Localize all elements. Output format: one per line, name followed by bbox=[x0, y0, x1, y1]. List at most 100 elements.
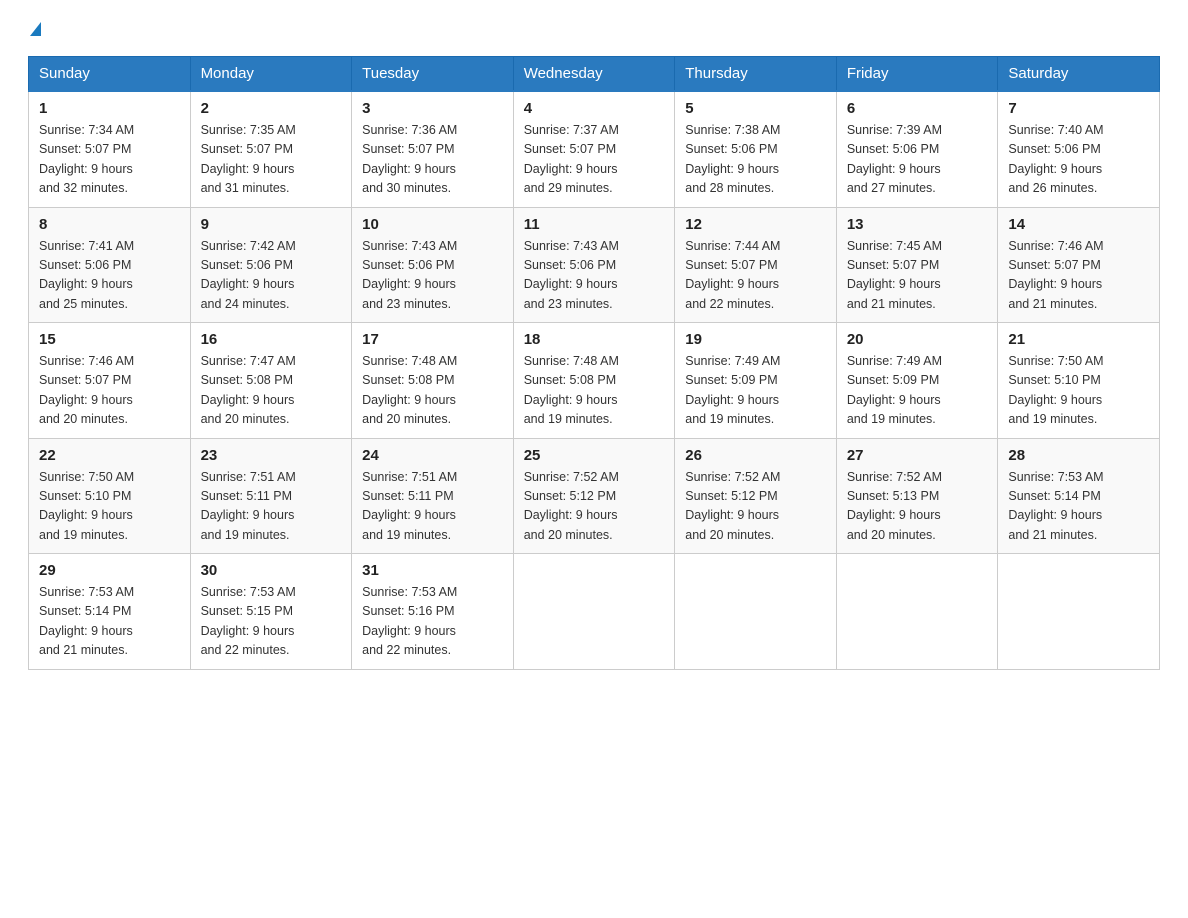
day-number: 1 bbox=[39, 100, 180, 117]
day-info: Sunrise: 7:42 AM Sunset: 5:06 PM Dayligh… bbox=[201, 237, 342, 315]
day-info: Sunrise: 7:45 AM Sunset: 5:07 PM Dayligh… bbox=[847, 237, 988, 315]
calendar-cell: 24 Sunrise: 7:51 AM Sunset: 5:11 PM Dayl… bbox=[352, 438, 514, 554]
day-number: 7 bbox=[1008, 100, 1149, 117]
day-info: Sunrise: 7:52 AM Sunset: 5:12 PM Dayligh… bbox=[524, 468, 665, 546]
weekday-header-monday: Monday bbox=[190, 57, 352, 92]
weekday-header-saturday: Saturday bbox=[998, 57, 1160, 92]
calendar-week-row: 29 Sunrise: 7:53 AM Sunset: 5:14 PM Dayl… bbox=[29, 554, 1160, 670]
day-number: 20 bbox=[847, 331, 988, 348]
calendar-cell: 31 Sunrise: 7:53 AM Sunset: 5:16 PM Dayl… bbox=[352, 554, 514, 670]
calendar-cell: 23 Sunrise: 7:51 AM Sunset: 5:11 PM Dayl… bbox=[190, 438, 352, 554]
day-number: 24 bbox=[362, 447, 503, 464]
day-info: Sunrise: 7:49 AM Sunset: 5:09 PM Dayligh… bbox=[847, 352, 988, 430]
calendar-cell: 26 Sunrise: 7:52 AM Sunset: 5:12 PM Dayl… bbox=[675, 438, 837, 554]
day-info: Sunrise: 7:37 AM Sunset: 5:07 PM Dayligh… bbox=[524, 121, 665, 199]
calendar-cell: 6 Sunrise: 7:39 AM Sunset: 5:06 PM Dayli… bbox=[836, 91, 998, 207]
calendar-cell: 15 Sunrise: 7:46 AM Sunset: 5:07 PM Dayl… bbox=[29, 323, 191, 439]
calendar-cell: 19 Sunrise: 7:49 AM Sunset: 5:09 PM Dayl… bbox=[675, 323, 837, 439]
day-info: Sunrise: 7:36 AM Sunset: 5:07 PM Dayligh… bbox=[362, 121, 503, 199]
day-info: Sunrise: 7:47 AM Sunset: 5:08 PM Dayligh… bbox=[201, 352, 342, 430]
calendar-table: SundayMondayTuesdayWednesdayThursdayFrid… bbox=[28, 56, 1160, 670]
logo-arrow-icon bbox=[30, 22, 41, 36]
day-info: Sunrise: 7:35 AM Sunset: 5:07 PM Dayligh… bbox=[201, 121, 342, 199]
day-info: Sunrise: 7:43 AM Sunset: 5:06 PM Dayligh… bbox=[362, 237, 503, 315]
day-info: Sunrise: 7:44 AM Sunset: 5:07 PM Dayligh… bbox=[685, 237, 826, 315]
day-info: Sunrise: 7:50 AM Sunset: 5:10 PM Dayligh… bbox=[39, 468, 180, 546]
calendar-cell: 29 Sunrise: 7:53 AM Sunset: 5:14 PM Dayl… bbox=[29, 554, 191, 670]
day-number: 21 bbox=[1008, 331, 1149, 348]
day-number: 22 bbox=[39, 447, 180, 464]
day-info: Sunrise: 7:48 AM Sunset: 5:08 PM Dayligh… bbox=[362, 352, 503, 430]
day-number: 14 bbox=[1008, 216, 1149, 233]
day-number: 5 bbox=[685, 100, 826, 117]
weekday-header-wednesday: Wednesday bbox=[513, 57, 675, 92]
calendar-week-row: 15 Sunrise: 7:46 AM Sunset: 5:07 PM Dayl… bbox=[29, 323, 1160, 439]
calendar-cell: 2 Sunrise: 7:35 AM Sunset: 5:07 PM Dayli… bbox=[190, 91, 352, 207]
calendar-cell: 5 Sunrise: 7:38 AM Sunset: 5:06 PM Dayli… bbox=[675, 91, 837, 207]
weekday-header-friday: Friday bbox=[836, 57, 998, 92]
calendar-cell: 14 Sunrise: 7:46 AM Sunset: 5:07 PM Dayl… bbox=[998, 207, 1160, 323]
calendar-cell: 10 Sunrise: 7:43 AM Sunset: 5:06 PM Dayl… bbox=[352, 207, 514, 323]
day-info: Sunrise: 7:39 AM Sunset: 5:06 PM Dayligh… bbox=[847, 121, 988, 199]
calendar-cell bbox=[513, 554, 675, 670]
day-info: Sunrise: 7:53 AM Sunset: 5:15 PM Dayligh… bbox=[201, 583, 342, 661]
day-info: Sunrise: 7:53 AM Sunset: 5:14 PM Dayligh… bbox=[1008, 468, 1149, 546]
day-info: Sunrise: 7:49 AM Sunset: 5:09 PM Dayligh… bbox=[685, 352, 826, 430]
day-number: 18 bbox=[524, 331, 665, 348]
day-number: 11 bbox=[524, 216, 665, 233]
day-number: 4 bbox=[524, 100, 665, 117]
day-info: Sunrise: 7:38 AM Sunset: 5:06 PM Dayligh… bbox=[685, 121, 826, 199]
day-number: 26 bbox=[685, 447, 826, 464]
day-number: 12 bbox=[685, 216, 826, 233]
calendar-cell: 11 Sunrise: 7:43 AM Sunset: 5:06 PM Dayl… bbox=[513, 207, 675, 323]
day-number: 31 bbox=[362, 562, 503, 579]
day-info: Sunrise: 7:43 AM Sunset: 5:06 PM Dayligh… bbox=[524, 237, 665, 315]
day-number: 19 bbox=[685, 331, 826, 348]
day-info: Sunrise: 7:48 AM Sunset: 5:08 PM Dayligh… bbox=[524, 352, 665, 430]
day-info: Sunrise: 7:51 AM Sunset: 5:11 PM Dayligh… bbox=[362, 468, 503, 546]
day-number: 3 bbox=[362, 100, 503, 117]
day-info: Sunrise: 7:53 AM Sunset: 5:14 PM Dayligh… bbox=[39, 583, 180, 661]
calendar-cell: 3 Sunrise: 7:36 AM Sunset: 5:07 PM Dayli… bbox=[352, 91, 514, 207]
day-number: 6 bbox=[847, 100, 988, 117]
day-number: 25 bbox=[524, 447, 665, 464]
day-info: Sunrise: 7:52 AM Sunset: 5:12 PM Dayligh… bbox=[685, 468, 826, 546]
day-info: Sunrise: 7:46 AM Sunset: 5:07 PM Dayligh… bbox=[39, 352, 180, 430]
day-number: 16 bbox=[201, 331, 342, 348]
day-number: 29 bbox=[39, 562, 180, 579]
day-number: 17 bbox=[362, 331, 503, 348]
calendar-cell: 28 Sunrise: 7:53 AM Sunset: 5:14 PM Dayl… bbox=[998, 438, 1160, 554]
day-number: 9 bbox=[201, 216, 342, 233]
day-number: 27 bbox=[847, 447, 988, 464]
day-info: Sunrise: 7:46 AM Sunset: 5:07 PM Dayligh… bbox=[1008, 237, 1149, 315]
day-info: Sunrise: 7:53 AM Sunset: 5:16 PM Dayligh… bbox=[362, 583, 503, 661]
day-number: 15 bbox=[39, 331, 180, 348]
weekday-header-thursday: Thursday bbox=[675, 57, 837, 92]
calendar-cell: 16 Sunrise: 7:47 AM Sunset: 5:08 PM Dayl… bbox=[190, 323, 352, 439]
calendar-cell: 22 Sunrise: 7:50 AM Sunset: 5:10 PM Dayl… bbox=[29, 438, 191, 554]
calendar-week-row: 8 Sunrise: 7:41 AM Sunset: 5:06 PM Dayli… bbox=[29, 207, 1160, 323]
calendar-cell: 12 Sunrise: 7:44 AM Sunset: 5:07 PM Dayl… bbox=[675, 207, 837, 323]
calendar-cell: 17 Sunrise: 7:48 AM Sunset: 5:08 PM Dayl… bbox=[352, 323, 514, 439]
day-number: 28 bbox=[1008, 447, 1149, 464]
day-number: 2 bbox=[201, 100, 342, 117]
day-info: Sunrise: 7:40 AM Sunset: 5:06 PM Dayligh… bbox=[1008, 121, 1149, 199]
weekday-header-tuesday: Tuesday bbox=[352, 57, 514, 92]
calendar-cell: 9 Sunrise: 7:42 AM Sunset: 5:06 PM Dayli… bbox=[190, 207, 352, 323]
day-number: 23 bbox=[201, 447, 342, 464]
calendar-cell: 25 Sunrise: 7:52 AM Sunset: 5:12 PM Dayl… bbox=[513, 438, 675, 554]
calendar-cell: 13 Sunrise: 7:45 AM Sunset: 5:07 PM Dayl… bbox=[836, 207, 998, 323]
day-info: Sunrise: 7:34 AM Sunset: 5:07 PM Dayligh… bbox=[39, 121, 180, 199]
day-number: 30 bbox=[201, 562, 342, 579]
calendar-cell: 1 Sunrise: 7:34 AM Sunset: 5:07 PM Dayli… bbox=[29, 91, 191, 207]
day-number: 13 bbox=[847, 216, 988, 233]
logo bbox=[28, 24, 41, 38]
page-header bbox=[28, 24, 1160, 38]
calendar-week-row: 1 Sunrise: 7:34 AM Sunset: 5:07 PM Dayli… bbox=[29, 91, 1160, 207]
calendar-cell: 8 Sunrise: 7:41 AM Sunset: 5:06 PM Dayli… bbox=[29, 207, 191, 323]
calendar-cell: 20 Sunrise: 7:49 AM Sunset: 5:09 PM Dayl… bbox=[836, 323, 998, 439]
day-info: Sunrise: 7:41 AM Sunset: 5:06 PM Dayligh… bbox=[39, 237, 180, 315]
calendar-cell bbox=[836, 554, 998, 670]
weekday-header-sunday: Sunday bbox=[29, 57, 191, 92]
day-info: Sunrise: 7:50 AM Sunset: 5:10 PM Dayligh… bbox=[1008, 352, 1149, 430]
